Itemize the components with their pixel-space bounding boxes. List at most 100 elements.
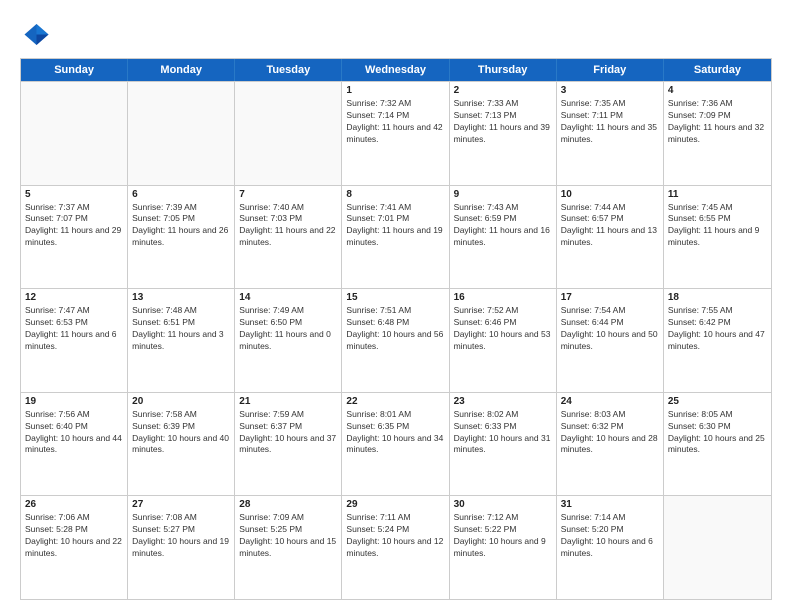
day-cell-23: 23 Sunrise: 8:02 AM Sunset: 6:33 PM Dayli… xyxy=(450,393,557,496)
day-cell-3: 3 Sunrise: 7:35 AM Sunset: 7:11 PM Daylig… xyxy=(557,82,664,185)
day-info: Sunrise: 8:02 AM Sunset: 6:33 PM Dayligh… xyxy=(454,409,552,457)
calendar-row-4: 26 Sunrise: 7:06 AM Sunset: 5:28 PM Dayli… xyxy=(21,495,771,599)
day-number: 26 xyxy=(25,499,123,510)
day-cell-9: 9Sunrise: 7:43 AM Sunset: 6:59 PM Daylig… xyxy=(450,186,557,289)
day-number: 6 xyxy=(132,189,230,200)
day-cell-22: 22 Sunrise: 8:01 AM Sunset: 6:35 PM Dayli… xyxy=(342,393,449,496)
weekday-header-saturday: Saturday xyxy=(664,59,771,81)
day-cell-17: 17 Sunrise: 7:54 AM Sunset: 6:44 PM Dayli… xyxy=(557,289,664,392)
day-cell-21: 21 Sunrise: 7:59 AM Sunset: 6:37 PM Dayli… xyxy=(235,393,342,496)
day-number: 17 xyxy=(561,292,659,303)
day-cell-15: 15Sunrise: 7:51 AM Sunset: 6:48 PM Dayli… xyxy=(342,289,449,392)
day-cell-29: 29 Sunrise: 7:11 AM Sunset: 5:24 PM Dayli… xyxy=(342,496,449,599)
day-number: 20 xyxy=(132,396,230,407)
day-cell-empty-0-1 xyxy=(128,82,235,185)
logo xyxy=(20,18,54,48)
day-info: Sunrise: 7:08 AM Sunset: 5:27 PM Dayligh… xyxy=(132,512,230,560)
day-number: 25 xyxy=(668,396,767,407)
day-number: 4 xyxy=(668,85,767,96)
day-info: Sunrise: 7:52 AM Sunset: 6:46 PM Dayligh… xyxy=(454,305,552,353)
day-number: 2 xyxy=(454,85,552,96)
day-cell-empty-0-0 xyxy=(21,82,128,185)
day-cell-12: 12 Sunrise: 7:47 AM Sunset: 6:53 PM Dayli… xyxy=(21,289,128,392)
day-info: Sunrise: 7:36 AM Sunset: 7:09 PM Dayligh… xyxy=(668,98,767,146)
day-cell-empty-0-2 xyxy=(235,82,342,185)
weekday-header-friday: Friday xyxy=(557,59,664,81)
day-number: 30 xyxy=(454,499,552,510)
day-cell-2: 2 Sunrise: 7:33 AM Sunset: 7:13 PM Daylig… xyxy=(450,82,557,185)
day-cell-26: 26 Sunrise: 7:06 AM Sunset: 5:28 PM Dayli… xyxy=(21,496,128,599)
day-info: Sunrise: 7:49 AM Sunset: 6:50 PM Dayligh… xyxy=(239,305,337,353)
day-number: 31 xyxy=(561,499,659,510)
day-cell-27: 27 Sunrise: 7:08 AM Sunset: 5:27 PM Dayli… xyxy=(128,496,235,599)
day-number: 1 xyxy=(346,85,444,96)
day-cell-10: 10Sunrise: 7:44 AM Sunset: 6:57 PM Dayli… xyxy=(557,186,664,289)
day-info: Sunrise: 7:51 AM Sunset: 6:48 PM Dayligh… xyxy=(346,305,444,353)
day-info: Sunrise: 7:59 AM Sunset: 6:37 PM Dayligh… xyxy=(239,409,337,457)
day-cell-19: 19Sunrise: 7:56 AM Sunset: 6:40 PM Dayli… xyxy=(21,393,128,496)
day-info: Sunrise: 7:47 AM Sunset: 6:53 PM Dayligh… xyxy=(25,305,123,353)
page: SundayMondayTuesdayWednesdayThursdayFrid… xyxy=(0,0,792,612)
calendar-row-0: 1 Sunrise: 7:32 AM Sunset: 7:14 PM Daylig… xyxy=(21,81,771,185)
day-number: 24 xyxy=(561,396,659,407)
day-info: Sunrise: 7:43 AM Sunset: 6:59 PM Dayligh… xyxy=(454,202,552,250)
day-info: Sunrise: 7:41 AM Sunset: 7:01 PM Dayligh… xyxy=(346,202,444,250)
day-cell-28: 28Sunrise: 7:09 AM Sunset: 5:25 PM Dayli… xyxy=(235,496,342,599)
day-info: Sunrise: 7:55 AM Sunset: 6:42 PM Dayligh… xyxy=(668,305,767,353)
weekday-header-monday: Monday xyxy=(128,59,235,81)
day-number: 13 xyxy=(132,292,230,303)
day-info: Sunrise: 7:54 AM Sunset: 6:44 PM Dayligh… xyxy=(561,305,659,353)
day-cell-empty-4-6 xyxy=(664,496,771,599)
day-cell-5: 5 Sunrise: 7:37 AM Sunset: 7:07 PM Daylig… xyxy=(21,186,128,289)
day-number: 22 xyxy=(346,396,444,407)
day-info: Sunrise: 7:32 AM Sunset: 7:14 PM Dayligh… xyxy=(346,98,444,146)
day-info: Sunrise: 7:58 AM Sunset: 6:39 PM Dayligh… xyxy=(132,409,230,457)
calendar-row-3: 19Sunrise: 7:56 AM Sunset: 6:40 PM Dayli… xyxy=(21,392,771,496)
day-number: 29 xyxy=(346,499,444,510)
day-info: Sunrise: 7:35 AM Sunset: 7:11 PM Dayligh… xyxy=(561,98,659,146)
day-number: 21 xyxy=(239,396,337,407)
day-info: Sunrise: 7:12 AM Sunset: 5:22 PM Dayligh… xyxy=(454,512,552,560)
day-info: Sunrise: 8:05 AM Sunset: 6:30 PM Dayligh… xyxy=(668,409,767,457)
day-info: Sunrise: 7:11 AM Sunset: 5:24 PM Dayligh… xyxy=(346,512,444,560)
calendar-header: SundayMondayTuesdayWednesdayThursdayFrid… xyxy=(21,59,771,81)
day-number: 27 xyxy=(132,499,230,510)
day-info: Sunrise: 7:45 AM Sunset: 6:55 PM Dayligh… xyxy=(668,202,767,250)
day-info: Sunrise: 7:40 AM Sunset: 7:03 PM Dayligh… xyxy=(239,202,337,250)
day-cell-13: 13 Sunrise: 7:48 AM Sunset: 6:51 PM Dayli… xyxy=(128,289,235,392)
calendar-body: 1 Sunrise: 7:32 AM Sunset: 7:14 PM Daylig… xyxy=(21,81,771,599)
day-info: Sunrise: 7:33 AM Sunset: 7:13 PM Dayligh… xyxy=(454,98,552,146)
day-cell-8: 8 Sunrise: 7:41 AM Sunset: 7:01 PM Daylig… xyxy=(342,186,449,289)
day-cell-24: 24 Sunrise: 8:03 AM Sunset: 6:32 PM Dayli… xyxy=(557,393,664,496)
day-info: Sunrise: 7:39 AM Sunset: 7:05 PM Dayligh… xyxy=(132,202,230,250)
day-cell-1: 1 Sunrise: 7:32 AM Sunset: 7:14 PM Daylig… xyxy=(342,82,449,185)
day-number: 3 xyxy=(561,85,659,96)
day-info: Sunrise: 8:03 AM Sunset: 6:32 PM Dayligh… xyxy=(561,409,659,457)
day-number: 12 xyxy=(25,292,123,303)
day-cell-11: 11 Sunrise: 7:45 AM Sunset: 6:55 PM Dayli… xyxy=(664,186,771,289)
header xyxy=(20,18,772,48)
day-number: 10 xyxy=(561,189,659,200)
day-cell-20: 20 Sunrise: 7:58 AM Sunset: 6:39 PM Dayli… xyxy=(128,393,235,496)
day-info: Sunrise: 7:48 AM Sunset: 6:51 PM Dayligh… xyxy=(132,305,230,353)
calendar-row-2: 12 Sunrise: 7:47 AM Sunset: 6:53 PM Dayli… xyxy=(21,288,771,392)
day-number: 11 xyxy=(668,189,767,200)
calendar: SundayMondayTuesdayWednesdayThursdayFrid… xyxy=(20,58,772,600)
day-cell-25: 25 Sunrise: 8:05 AM Sunset: 6:30 PM Dayli… xyxy=(664,393,771,496)
day-cell-6: 6 Sunrise: 7:39 AM Sunset: 7:05 PM Daylig… xyxy=(128,186,235,289)
day-number: 5 xyxy=(25,189,123,200)
weekday-header-thursday: Thursday xyxy=(450,59,557,81)
day-number: 23 xyxy=(454,396,552,407)
day-number: 16 xyxy=(454,292,552,303)
day-info: Sunrise: 7:37 AM Sunset: 7:07 PM Dayligh… xyxy=(25,202,123,250)
day-number: 19 xyxy=(25,396,123,407)
day-info: Sunrise: 8:01 AM Sunset: 6:35 PM Dayligh… xyxy=(346,409,444,457)
day-info: Sunrise: 7:14 AM Sunset: 5:20 PM Dayligh… xyxy=(561,512,659,560)
day-cell-18: 18Sunrise: 7:55 AM Sunset: 6:42 PM Dayli… xyxy=(664,289,771,392)
day-info: Sunrise: 7:06 AM Sunset: 5:28 PM Dayligh… xyxy=(25,512,123,560)
logo-icon xyxy=(20,18,50,48)
day-number: 14 xyxy=(239,292,337,303)
day-number: 7 xyxy=(239,189,337,200)
day-info: Sunrise: 7:09 AM Sunset: 5:25 PM Dayligh… xyxy=(239,512,337,560)
day-number: 8 xyxy=(346,189,444,200)
